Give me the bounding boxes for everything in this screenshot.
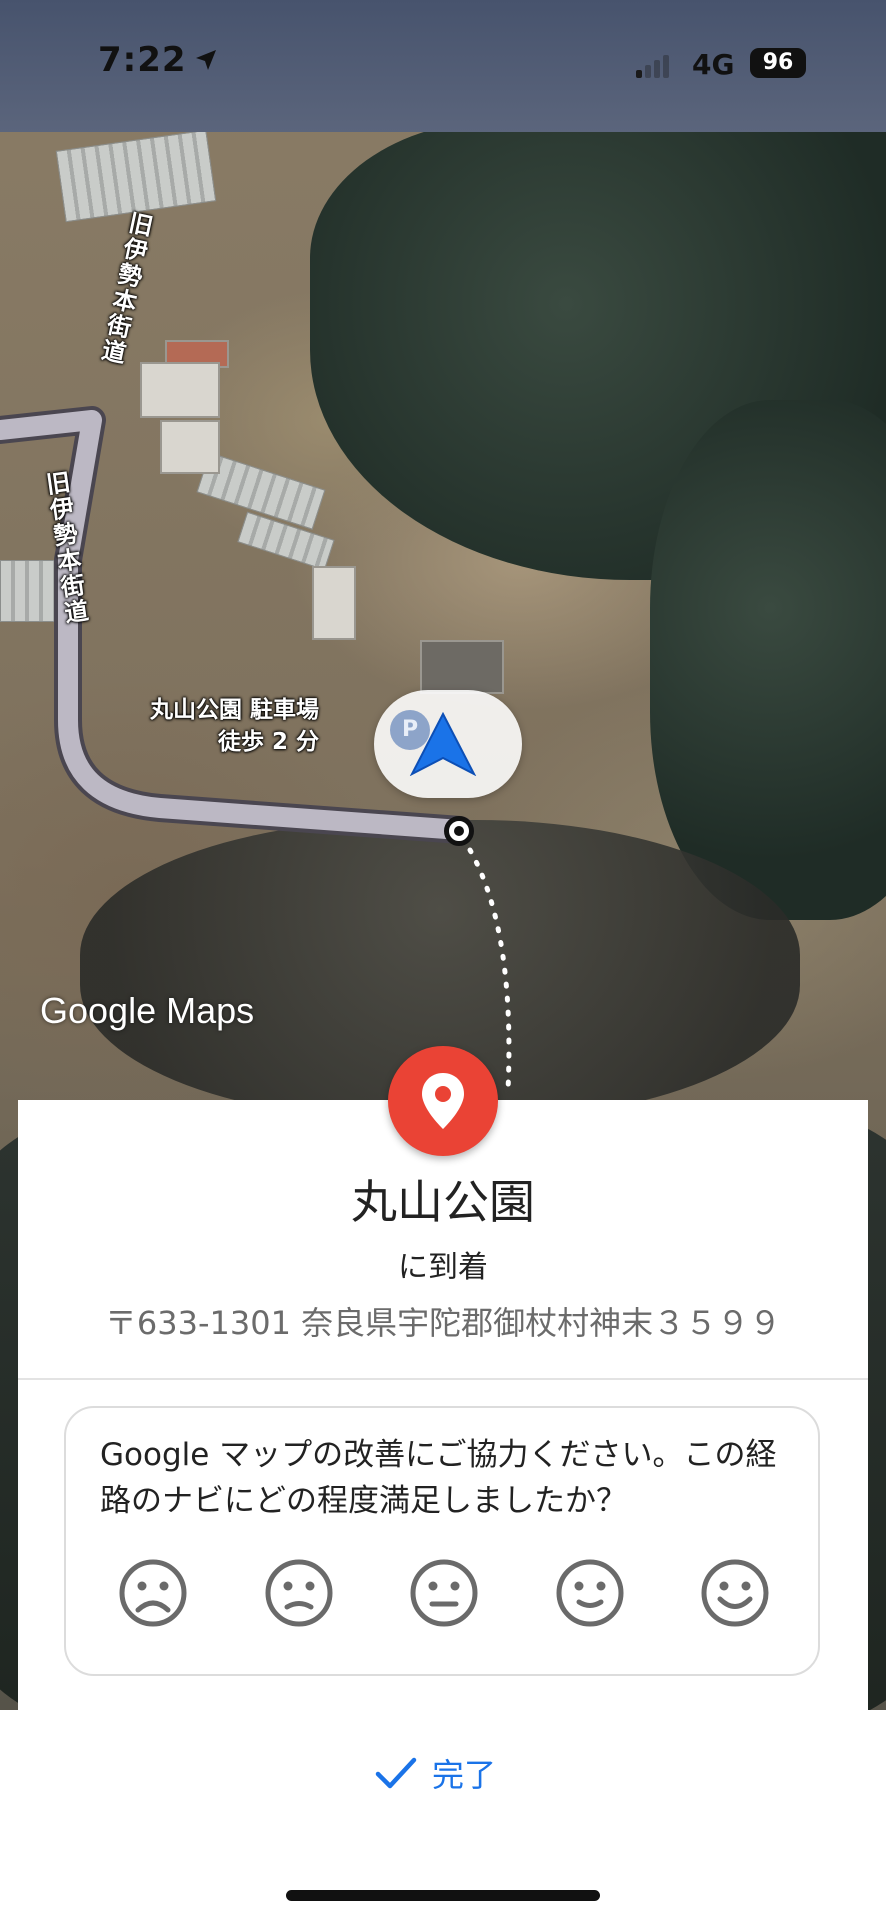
parking-name: 丸山公園 駐車場: [150, 697, 320, 723]
battery-indicator: 96: [750, 48, 806, 78]
route-end-marker: [444, 816, 474, 846]
done-button[interactable]: 完了: [374, 1750, 496, 1796]
status-bar: 7:22 4G 96: [0, 0, 886, 132]
cellular-signal-icon: [636, 52, 669, 78]
very-satisfied-icon[interactable]: [700, 1558, 770, 1628]
destination-pin-icon: [388, 1046, 498, 1156]
divider: [18, 1378, 868, 1380]
neutral-icon[interactable]: [409, 1558, 479, 1628]
checkmark-icon: [375, 1757, 417, 1789]
parking-walk-time: 徒歩 2 分: [217, 729, 320, 755]
dissatisfied-icon[interactable]: [264, 1558, 334, 1628]
rating-faces: [118, 1558, 770, 1628]
location-services-icon: [196, 50, 216, 70]
parking-label[interactable]: 丸山公園 駐車場 徒歩 2 分: [150, 694, 319, 758]
status-time: 7:22: [98, 40, 187, 80]
route-overlay: [0, 406, 512, 1093]
survey-question: Google マップの改善にご協力ください。この経路のナビにどの程度満足しました…: [100, 1437, 777, 1519]
very-dissatisfied-icon[interactable]: [118, 1558, 188, 1628]
network-type: 4G: [692, 48, 735, 81]
done-label: 完了: [432, 1756, 497, 1794]
bottom-bar: [0, 1710, 886, 1920]
destination-address: 〒633-1301 奈良県宇陀郡御杖村神末３５９９: [104, 1304, 782, 1342]
google-maps-watermark: Google Maps: [40, 990, 255, 1031]
satisfied-icon[interactable]: [555, 1558, 625, 1628]
destination-name: 丸山公園: [351, 1175, 535, 1229]
walking-route: [467, 847, 512, 1093]
home-indicator[interactable]: [286, 1890, 600, 1901]
arrived-text: に到着: [398, 1250, 488, 1285]
navigation-arrow-icon: [409, 712, 477, 776]
